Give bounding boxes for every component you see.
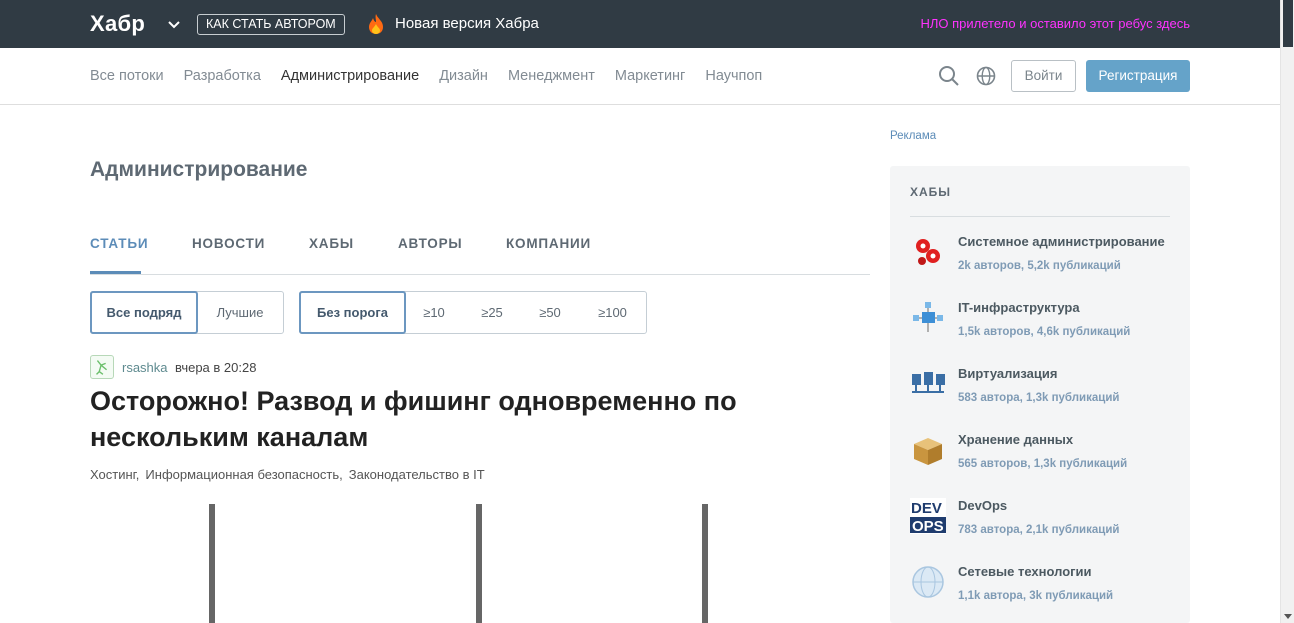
post-cover-image[interactable] <box>90 504 790 623</box>
hub-stats: 583 автора, 1,3k публикаций <box>958 392 1120 404</box>
habr-logo[interactable]: Хабр <box>90 11 145 37</box>
nav-management[interactable]: Менеджмент <box>508 68 595 84</box>
filter-best[interactable]: Лучшие <box>197 292 283 333</box>
box-icon <box>914 438 942 465</box>
hub-stats: 783 автора, 2,1k публикаций <box>958 524 1120 536</box>
hub-name: IT-инфраструктура <box>958 300 1080 315</box>
nav-all-flows[interactable]: Все потоки <box>90 68 164 84</box>
hub-item-devops[interactable]: DEV OPS DevOps 783 автора, 2,1k публикац… <box>910 498 1180 554</box>
login-button[interactable]: Войти <box>1011 60 1076 92</box>
tab-hubs[interactable]: Хабы <box>309 236 354 251</box>
post-hub-link[interactable]: Хостинг, <box>90 467 139 482</box>
svg-text:DEV: DEV <box>911 500 942 517</box>
page-title: Администрирование <box>90 158 308 181</box>
top-bar: Хабр Как стать автором Новая версия Хабр… <box>0 0 1280 48</box>
servers-icon <box>912 372 945 393</box>
post-time: вчера в 20:28 <box>175 360 257 375</box>
hub-item-it-infrastructure[interactable]: IT-инфраструктура 1,5k авторов, 4,6k пуб… <box>910 300 1180 356</box>
hub-name: DevOps <box>958 498 1008 513</box>
nav-administration[interactable]: Администрирование <box>281 68 419 84</box>
filter-rating-10[interactable]: ≥10 <box>405 292 463 333</box>
hub-name: Системное администрирование <box>958 234 1165 249</box>
gears-icon <box>916 239 940 265</box>
page-scrollbar[interactable] <box>1280 0 1294 623</box>
filter-all[interactable]: Все подряд <box>90 291 198 334</box>
globe-network-icon <box>912 566 944 598</box>
hub-stats: 1,1k автора, 3k публикаций <box>958 590 1114 602</box>
sort-filter-group: Все подряд Лучшие <box>90 291 284 334</box>
hubs-panel: Хабы Системное администрирование 2k авто… <box>890 166 1190 623</box>
nav-design[interactable]: Дизайн <box>439 68 488 84</box>
hub-name: Виртуализация <box>958 366 1058 381</box>
nav-popsci[interactable]: Научпоп <box>705 68 762 84</box>
scroll-thumb[interactable] <box>1283 0 1293 47</box>
register-button[interactable]: Регистрация <box>1086 60 1190 92</box>
hub-stats: 565 авторов, 1,3k публикаций <box>958 458 1128 470</box>
nav-marketing[interactable]: Маркетинг <box>615 68 686 84</box>
content-tabs: Статьи Новости Хабы Авторы Компании <box>90 236 870 275</box>
hub-item-data-storage[interactable]: Хранение данных 565 авторов, 1,3k публик… <box>910 432 1180 488</box>
hub-item-network-technologies[interactable]: Сетевые технологии 1,1k автора, 3k публи… <box>910 564 1180 620</box>
search-icon[interactable] <box>938 65 960 87</box>
tab-articles[interactable]: Статьи <box>90 236 148 251</box>
post-title[interactable]: Осторожно! Развод и фишинг одновременно … <box>90 383 790 455</box>
svg-text:OPS: OPS <box>912 518 944 534</box>
chevron-down-icon[interactable] <box>166 16 182 32</box>
scroll-down-arrow-icon[interactable] <box>1284 614 1292 619</box>
hub-stats: 2k авторов, 5,2k публикаций <box>958 260 1121 272</box>
divider <box>910 216 1170 217</box>
filter-rating-100[interactable]: ≥100 <box>579 292 646 333</box>
ufo-link[interactable]: НЛО прилетело и оставило этот ребус здес… <box>921 16 1191 31</box>
active-tab-indicator <box>90 271 141 274</box>
rating-filter-group: Без порога ≥10 ≥25 ≥50 ≥100 <box>299 291 647 334</box>
hub-stats: 1,5k авторов, 4,6k публикаций <box>958 326 1131 338</box>
hub-item-sysadmin[interactable]: Системное администрирование 2k авторов, … <box>910 234 1180 290</box>
how-to-become-author-button[interactable]: Как стать автором <box>197 14 345 35</box>
network-node-icon <box>913 302 943 332</box>
hubs-heading: Хабы <box>910 185 952 199</box>
filter-no-threshold[interactable]: Без порога <box>299 291 406 334</box>
ad-label: Реклама <box>890 130 937 142</box>
main-nav: Все потоки Разработка Администрирование … <box>0 48 1280 105</box>
hub-name: Сетевые технологии <box>958 564 1092 579</box>
fire-icon <box>369 14 383 34</box>
devops-icon: DEV OPS <box>910 498 946 534</box>
avatar[interactable] <box>90 355 114 379</box>
post-hub-link[interactable]: Законодательство в IT <box>349 467 485 482</box>
nav-development[interactable]: Разработка <box>184 68 261 84</box>
post-hubs: Хостинг, Информационная безопасность, За… <box>90 467 491 482</box>
tab-authors[interactable]: Авторы <box>398 236 462 251</box>
hub-name: Хранение данных <box>958 432 1074 447</box>
flow-links: Все потоки Разработка Администрирование … <box>90 68 782 84</box>
globe-icon[interactable] <box>976 66 996 86</box>
post-hub-link[interactable]: Информационная безопасность, <box>145 467 342 482</box>
tab-companies[interactable]: Компании <box>506 236 591 251</box>
filter-rating-50[interactable]: ≥50 <box>521 292 579 333</box>
hub-item-virtualization[interactable]: Виртуализация 583 автора, 1,3k публикаци… <box>910 366 1180 422</box>
author-link[interactable]: rsashka <box>122 360 168 375</box>
new-version-link[interactable]: Новая версия Хабра <box>395 15 539 32</box>
tab-news[interactable]: Новости <box>192 236 265 251</box>
filter-rating-25[interactable]: ≥25 <box>463 292 521 333</box>
